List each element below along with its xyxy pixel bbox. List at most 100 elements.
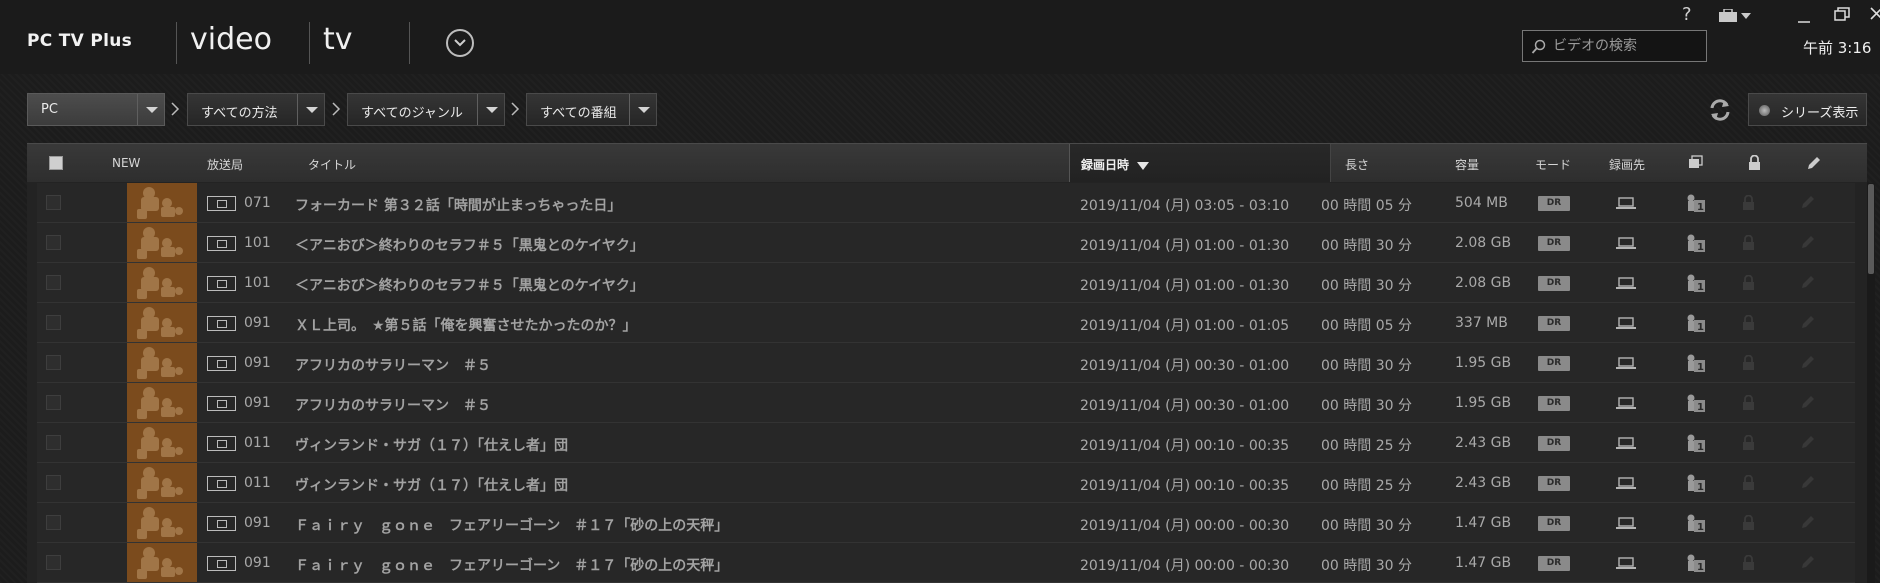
- thumbnail: [127, 463, 197, 502]
- program-title: フォーカード 第３２話「時間が止まっちゃった日」: [295, 198, 622, 214]
- laptop-icon: [1616, 437, 1636, 449]
- svg-text:1: 1: [1697, 242, 1704, 253]
- file-size: 1.95 GB: [1455, 355, 1512, 371]
- column-length[interactable]: 長さ: [1345, 156, 1369, 173]
- search-input[interactable]: [1553, 35, 1701, 57]
- edit-icon[interactable]: [1800, 474, 1816, 490]
- file-size: 1.47 GB: [1455, 555, 1512, 571]
- laptop-icon: [1616, 397, 1636, 409]
- chevron-right-icon: [332, 102, 341, 116]
- lock-icon[interactable]: [1748, 155, 1761, 170]
- duration: 00 時間 30 分: [1321, 238, 1412, 254]
- filter-genre[interactable]: すべてのジャンル: [347, 93, 505, 126]
- tab-video[interactable]: video: [190, 22, 272, 57]
- copy-count-icon: 1: [1687, 234, 1705, 253]
- dropdown-arrow-icon[interactable]: [629, 94, 656, 125]
- series-view-button[interactable]: シリーズ表示: [1748, 93, 1867, 126]
- table-row[interactable]: 091 アフリカのサラリーマン ＃５ 2019/11/04 (月) 00:30 …: [37, 383, 1855, 423]
- broadcast-icon: [207, 316, 236, 331]
- help-icon[interactable]: ?: [1682, 4, 1692, 25]
- separator: [309, 22, 310, 64]
- table-row[interactable]: 091 Ｆａｉｒｙ ｇｏｎｅ フェアリーゴーン ＃１７「砂の上の天秤」 2019…: [37, 503, 1855, 543]
- column-station[interactable]: 放送局: [207, 156, 243, 173]
- column-title[interactable]: タイトル: [308, 156, 356, 173]
- filter-method[interactable]: すべての方法: [187, 93, 325, 126]
- lock-icon[interactable]: [1742, 435, 1755, 450]
- svg-text:1: 1: [1697, 282, 1704, 293]
- dropdown-arrow-icon[interactable]: [137, 94, 164, 125]
- edit-icon[interactable]: [1800, 194, 1816, 210]
- minimize-icon[interactable]: [1797, 8, 1811, 28]
- restore-icon[interactable]: [1834, 6, 1850, 26]
- more-menu-button[interactable]: [446, 29, 474, 57]
- table-row[interactable]: 011 ヴィンランド・サガ（１７）「仕えし者」団 2019/11/04 (月) …: [37, 423, 1855, 463]
- dropdown-arrow-icon[interactable]: [477, 94, 504, 125]
- edit-icon[interactable]: [1800, 394, 1816, 410]
- row-checkbox[interactable]: [46, 315, 61, 330]
- lock-icon[interactable]: [1742, 195, 1755, 210]
- copy-icon[interactable]: [1688, 155, 1703, 170]
- lock-icon[interactable]: [1742, 395, 1755, 410]
- lock-icon[interactable]: [1742, 315, 1755, 330]
- edit-icon[interactable]: [1800, 434, 1816, 450]
- refresh-icon[interactable]: [1706, 96, 1734, 124]
- program-title: ヴィンランド・サガ（１７）「仕えし者」団: [295, 438, 568, 454]
- thumbnail: [127, 183, 197, 222]
- dropdown-arrow-icon[interactable]: [297, 94, 324, 125]
- table-row[interactable]: 091 Ｆａｉｒｙ ｇｏｎｅ フェアリーゴーン ＃１７「砂の上の天秤」 2019…: [37, 543, 1855, 583]
- recordings-table: NEW 放送局 タイトル 録画日時 長さ 容量 モード 録画先 071 フォーカ…: [27, 143, 1875, 583]
- filter-program[interactable]: すべての番組: [526, 93, 657, 126]
- recorded-date: 2019/11/04 (月) 00:00 - 00:30: [1080, 558, 1290, 574]
- laptop-icon: [1616, 557, 1636, 569]
- row-checkbox[interactable]: [46, 555, 61, 570]
- row-checkbox[interactable]: [46, 435, 61, 450]
- separator: [176, 22, 177, 64]
- edit-icon[interactable]: [1800, 314, 1816, 330]
- table-row[interactable]: 091 アフリカのサラリーマン ＃５ 2019/11/04 (月) 00:30 …: [37, 343, 1855, 383]
- edit-icon[interactable]: [1806, 155, 1822, 171]
- column-dest[interactable]: 録画先: [1609, 156, 1645, 173]
- lock-icon[interactable]: [1742, 275, 1755, 290]
- column-date[interactable]: 録画日時: [1081, 156, 1150, 173]
- lock-icon[interactable]: [1742, 555, 1755, 570]
- row-checkbox[interactable]: [46, 195, 61, 210]
- column-mode[interactable]: モード: [1535, 156, 1571, 173]
- table-row[interactable]: 101 ＜アニおび＞終わりのセラフ＃５「黒鬼とのケイヤク」 2019/11/04…: [37, 223, 1855, 263]
- select-all-checkbox[interactable]: [49, 156, 63, 170]
- scrollbar-thumb[interactable]: [1868, 184, 1874, 274]
- copy-count-icon: 1: [1687, 314, 1705, 333]
- edit-icon[interactable]: [1800, 514, 1816, 530]
- svg-text:1: 1: [1697, 482, 1704, 493]
- toolbox-icon[interactable]: [1718, 8, 1752, 28]
- column-size[interactable]: 容量: [1455, 156, 1479, 173]
- table-row[interactable]: 011 ヴィンランド・サガ（１７）「仕えし者」団 2019/11/04 (月) …: [37, 463, 1855, 503]
- recorded-date: 2019/11/04 (月) 00:10 - 00:35: [1080, 438, 1290, 454]
- row-checkbox[interactable]: [46, 475, 61, 490]
- table-body: 071 フォーカード 第３２話「時間が止まっちゃった日」 2019/11/04 …: [37, 183, 1855, 583]
- lock-icon[interactable]: [1742, 515, 1755, 530]
- column-new[interactable]: NEW: [112, 156, 140, 170]
- filter-device[interactable]: PC: [27, 93, 165, 126]
- edit-icon[interactable]: [1800, 354, 1816, 370]
- recorded-date: 2019/11/04 (月) 00:30 - 01:00: [1080, 398, 1290, 414]
- row-checkbox[interactable]: [46, 235, 61, 250]
- duration: 00 時間 05 分: [1321, 318, 1412, 334]
- lock-icon[interactable]: [1742, 355, 1755, 370]
- broadcast-icon: [207, 276, 236, 291]
- table-row[interactable]: 071 フォーカード 第３２話「時間が止まっちゃった日」 2019/11/04 …: [37, 183, 1855, 223]
- filter-label: すべての番組: [540, 106, 617, 121]
- tab-tv[interactable]: tv: [323, 22, 353, 57]
- table-row[interactable]: 091 ＸＬ上司。 ★第５話「俺を興奮させたかったのか？」 2019/11/04…: [37, 303, 1855, 343]
- lock-icon[interactable]: [1742, 475, 1755, 490]
- close-icon[interactable]: [1870, 6, 1880, 26]
- row-checkbox[interactable]: [46, 355, 61, 370]
- edit-icon[interactable]: [1800, 554, 1816, 570]
- row-checkbox[interactable]: [46, 275, 61, 290]
- edit-icon[interactable]: [1800, 234, 1816, 250]
- row-checkbox[interactable]: [46, 515, 61, 530]
- row-checkbox[interactable]: [46, 395, 61, 410]
- table-row[interactable]: 101 ＜アニおび＞終わりのセラフ＃５「黒鬼とのケイヤク」 2019/11/04…: [37, 263, 1855, 303]
- recorded-date: 2019/11/04 (月) 00:10 - 00:35: [1080, 478, 1290, 494]
- edit-icon[interactable]: [1800, 274, 1816, 290]
- lock-icon[interactable]: [1742, 235, 1755, 250]
